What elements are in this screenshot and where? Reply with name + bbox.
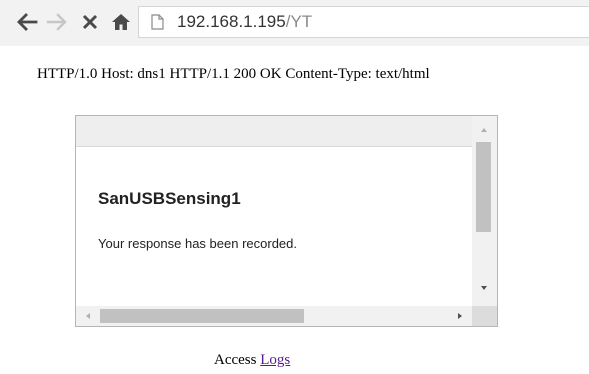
scroll-down-arrow-icon[interactable] <box>481 286 487 290</box>
access-line: Access Logs <box>214 352 290 369</box>
http-response-text: HTTP/1.0 Host: dns1 HTTP/1.1 200 OK Cont… <box>37 66 430 82</box>
horizontal-scroll-thumb[interactable] <box>100 309 304 323</box>
close-icon <box>82 14 98 30</box>
url-path: /YT <box>285 12 313 31</box>
address-bar[interactable]: 192.168.1.195/YT <box>138 6 589 38</box>
arrow-right-icon <box>46 13 67 31</box>
vertical-scroll-thumb[interactable] <box>476 142 491 232</box>
arrow-left-icon <box>17 13 38 31</box>
scroll-left-arrow-icon[interactable] <box>86 313 90 319</box>
home-icon <box>112 14 130 30</box>
form-title: SanUSBSensing1 <box>98 189 241 208</box>
horizontal-scrollbar[interactable] <box>76 306 474 326</box>
confirmation-message: Your response has been recorded. <box>98 236 297 251</box>
scrollbar-corner <box>472 306 497 326</box>
browser-toolbar: 192.168.1.195/YT <box>0 0 589 46</box>
access-label: Access <box>214 352 257 368</box>
scroll-right-arrow-icon[interactable] <box>458 313 462 319</box>
scroll-up-arrow-icon[interactable] <box>481 128 487 132</box>
vertical-scrollbar[interactable] <box>472 116 497 306</box>
form-header-bar <box>76 116 472 147</box>
url-text: 192.168.1.195/YT <box>177 12 312 32</box>
forward-button[interactable] <box>44 9 70 35</box>
home-button[interactable] <box>108 9 134 35</box>
back-button[interactable] <box>14 9 40 35</box>
stop-button[interactable] <box>77 9 103 35</box>
logs-link[interactable]: Logs <box>260 352 290 368</box>
page-icon <box>151 14 164 30</box>
embedded-form-frame[interactable]: SanUSBSensing1 Your response has been re… <box>75 115 498 327</box>
url-host: 192.168.1.195 <box>177 12 286 31</box>
